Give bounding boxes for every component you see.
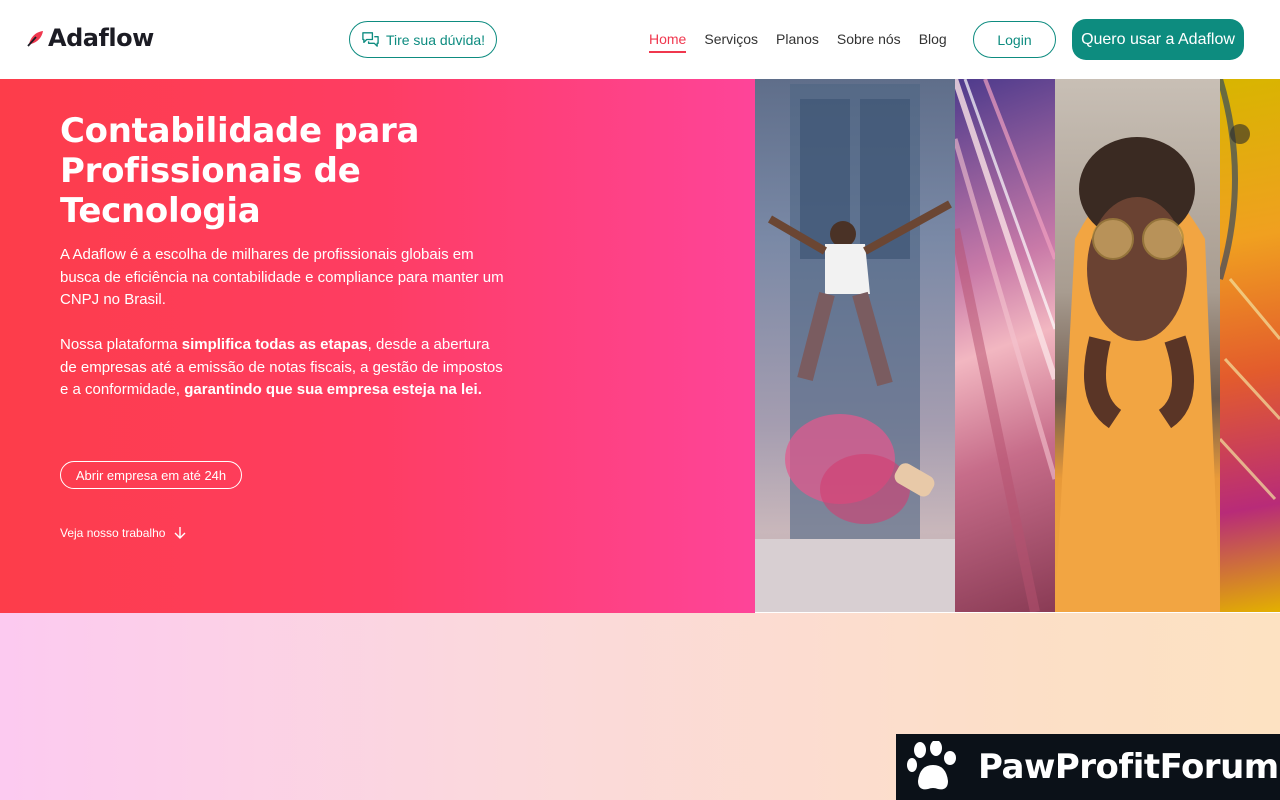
chat-bubbles-icon <box>362 32 379 47</box>
light-trails-photo <box>955 79 1055 612</box>
open-company-button[interactable]: Abrir empresa em até 24h <box>60 461 242 489</box>
logo[interactable]: Adaflow <box>26 24 154 52</box>
nav-item-planos[interactable]: Planos <box>776 31 819 51</box>
cta-button[interactable]: Quero usar a Adaflow <box>1072 19 1244 60</box>
watermark-text: PawProfitForum <box>978 747 1279 787</box>
see-work-link[interactable]: Veja nosso trabalho <box>60 526 187 540</box>
arrow-down-icon <box>174 527 186 539</box>
nav-item-home[interactable]: Home <box>649 31 687 53</box>
nav-item-blog[interactable]: Blog <box>919 31 947 51</box>
feather-logo-icon <box>26 28 46 48</box>
login-button[interactable]: Login <box>973 21 1056 58</box>
ask-question-button[interactable]: Tire sua dúvida! <box>349 21 497 58</box>
hero-paragraph-2: Nossa plataforma simplifica todas as eta… <box>60 334 510 402</box>
hero-title: Contabilidade para Profissionais de Tecn… <box>60 111 420 231</box>
hero-section: Contabilidade para Profissionais de Tecn… <box>0 79 755 613</box>
logo-text: Adaflow <box>48 24 154 52</box>
watermark-banner: PawProfitForum <box>896 734 1280 800</box>
ask-question-label: Tire sua dúvida! <box>385 31 486 48</box>
portrait-photo <box>1055 79 1220 612</box>
hero-paragraph-2-bold2: garantindo que sua empresa esteja na lei… <box>184 381 482 398</box>
nav-item-servicos[interactable]: Serviços <box>704 31 758 51</box>
main-nav: Home Serviços Planos Sobre nós Blog <box>649 31 965 53</box>
site-header: Adaflow Tire sua dúvida! Home Serviços P… <box>0 0 1280 79</box>
hero-paragraph-2-bold1: simplifica todas as etapas <box>181 336 368 353</box>
skateboarder-photo <box>755 79 955 612</box>
see-work-label: Veja nosso trabalho <box>60 526 166 540</box>
hero-paragraph-2-part1: Nossa plataforma <box>60 336 182 353</box>
hero-paragraph-1: A Adaflow é a escolha de milhares de pro… <box>60 246 504 308</box>
paw-icon <box>907 741 956 790</box>
colorful-fabric-photo <box>1220 79 1280 612</box>
nav-item-sobre-nos[interactable]: Sobre nós <box>837 31 901 51</box>
